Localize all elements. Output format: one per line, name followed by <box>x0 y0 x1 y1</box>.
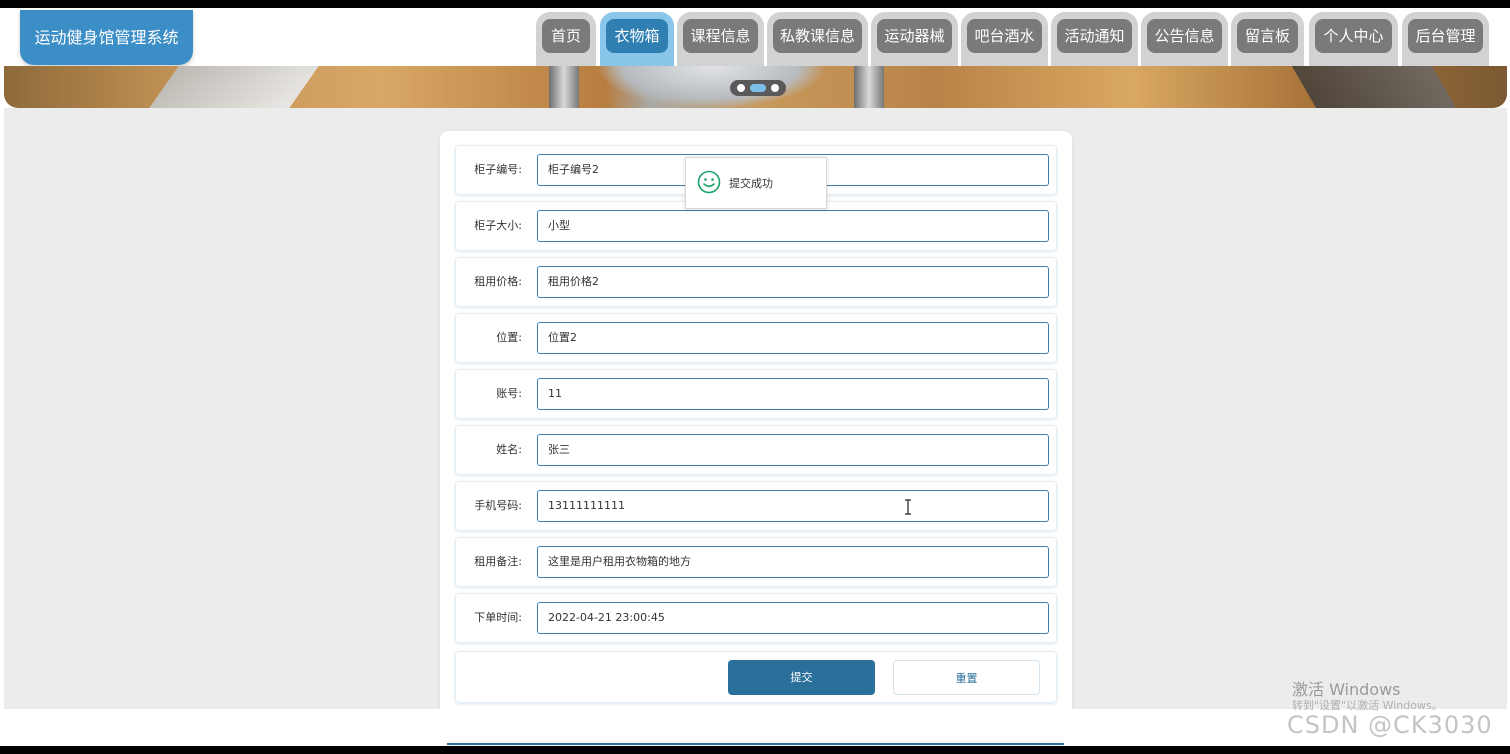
footer-divider <box>447 743 1064 745</box>
smile-icon <box>697 170 721 194</box>
banner-image-detail <box>149 66 319 108</box>
carousel-dot[interactable] <box>737 84 745 92</box>
site-header: 运动健身馆管理系统 首页 衣物箱 课程信息 私教课信息 运动器械 吧台酒水 活动… <box>0 8 1510 66</box>
form-row-account: 账号: 11 <box>455 369 1057 419</box>
phone-input[interactable]: 13111111111 <box>537 490 1049 522</box>
nav-tab-bar-drinks[interactable]: 吧台酒水 <box>961 12 1048 66</box>
form-row-order-time: 下单时间: 2022-04-21 23:00:45 <box>455 593 1057 643</box>
banner-image-detail <box>854 66 884 108</box>
field-label: 柜子编号: <box>474 163 522 176</box>
csdn-watermark: CSDN @CK3030 <box>1287 711 1493 739</box>
form-row-rental-price: 租用价格: 租用价格2 <box>455 257 1057 307</box>
carousel-dot-active[interactable] <box>750 84 766 92</box>
main-nav: 首页 衣物箱 课程信息 私教课信息 运动器械 吧台酒水 活动通知 公告信息 留言… <box>0 12 1510 66</box>
banner-image-detail <box>599 66 824 108</box>
text-cursor-icon <box>905 499 911 515</box>
nav-tab-equipment[interactable]: 运动器械 <box>871 12 958 66</box>
nav-tab-label: 留言板 <box>1237 19 1298 53</box>
form-row-phone: 手机号码: 13111111111 <box>455 481 1057 531</box>
nav-tab-admin[interactable]: 后台管理 <box>1402 12 1489 66</box>
hero-banner <box>4 66 1507 108</box>
nav-tab-label: 课程信息 <box>683 19 758 53</box>
nav-tab-label: 私教课信息 <box>773 19 862 53</box>
banner-image-detail <box>549 66 579 108</box>
carousel-dot[interactable] <box>771 84 779 92</box>
nav-tab-label: 活动通知 <box>1057 19 1132 53</box>
nav-tab-label: 运动器械 <box>877 19 952 53</box>
field-label: 柜子大小: <box>474 219 522 232</box>
field-label: 下单时间: <box>474 611 522 624</box>
field-label: 租用备注: <box>474 555 522 568</box>
carousel-indicators <box>730 80 786 96</box>
field-label: 账号: <box>496 387 522 400</box>
form-row-name: 姓名: 张三 <box>455 425 1057 475</box>
field-label: 租用价格: <box>474 275 522 288</box>
nav-tab-label: 后台管理 <box>1408 19 1483 53</box>
nav-tab-courses[interactable]: 课程信息 <box>677 12 764 66</box>
nav-tab-label: 首页 <box>542 19 590 53</box>
name-input[interactable]: 张三 <box>537 434 1049 466</box>
submit-button[interactable]: 提交 <box>728 660 875 695</box>
field-label: 手机号码: <box>474 499 522 512</box>
locker-form-card: 柜子编号: 柜子编号2 柜子大小: 小型 租用价格: 租用价格2 位置: 位置2… <box>440 131 1072 721</box>
nav-tab-label: 吧台酒水 <box>967 19 1042 53</box>
browser-viewport: 运动健身馆管理系统 首页 衣物箱 课程信息 私教课信息 运动器械 吧台酒水 活动… <box>0 8 1510 746</box>
locker-size-input[interactable]: 小型 <box>537 210 1049 242</box>
form-row-location: 位置: 位置2 <box>455 313 1057 363</box>
page-footer <box>0 709 1510 746</box>
nav-tab-message-board[interactable]: 留言板 <box>1231 12 1304 66</box>
toast-message: 提交成功 <box>729 177 773 190</box>
nav-tab-private-courses[interactable]: 私教课信息 <box>767 12 868 66</box>
field-label: 姓名: <box>496 443 522 456</box>
nav-tab-label: 公告信息 <box>1147 19 1222 53</box>
account-input[interactable]: 11 <box>537 378 1049 410</box>
nav-tab-announcements[interactable]: 公告信息 <box>1141 12 1228 66</box>
rental-remark-input[interactable]: 这里是用户租用衣物箱的地方 <box>537 546 1049 578</box>
nav-tab-label: 衣物箱 <box>606 19 668 53</box>
nav-tab-personal-center[interactable]: 个人中心 <box>1309 12 1398 66</box>
rental-price-input[interactable]: 租用价格2 <box>537 266 1049 298</box>
order-time-input[interactable]: 2022-04-21 23:00:45 <box>537 602 1049 634</box>
form-row-remark: 租用备注: 这里是用户租用衣物箱的地方 <box>455 537 1057 587</box>
location-input[interactable]: 位置2 <box>537 322 1049 354</box>
nav-tab-locker[interactable]: 衣物箱 <box>600 12 674 66</box>
nav-tab-home[interactable]: 首页 <box>536 12 596 66</box>
reset-button[interactable]: 重置 <box>893 660 1040 695</box>
form-actions: 提交 重置 <box>455 651 1057 703</box>
nav-tab-events[interactable]: 活动通知 <box>1051 12 1138 66</box>
nav-tab-label: 个人中心 <box>1315 19 1392 53</box>
banner-image-detail <box>1291 66 1457 108</box>
success-toast: 提交成功 <box>685 157 827 209</box>
field-label: 位置: <box>496 331 522 344</box>
